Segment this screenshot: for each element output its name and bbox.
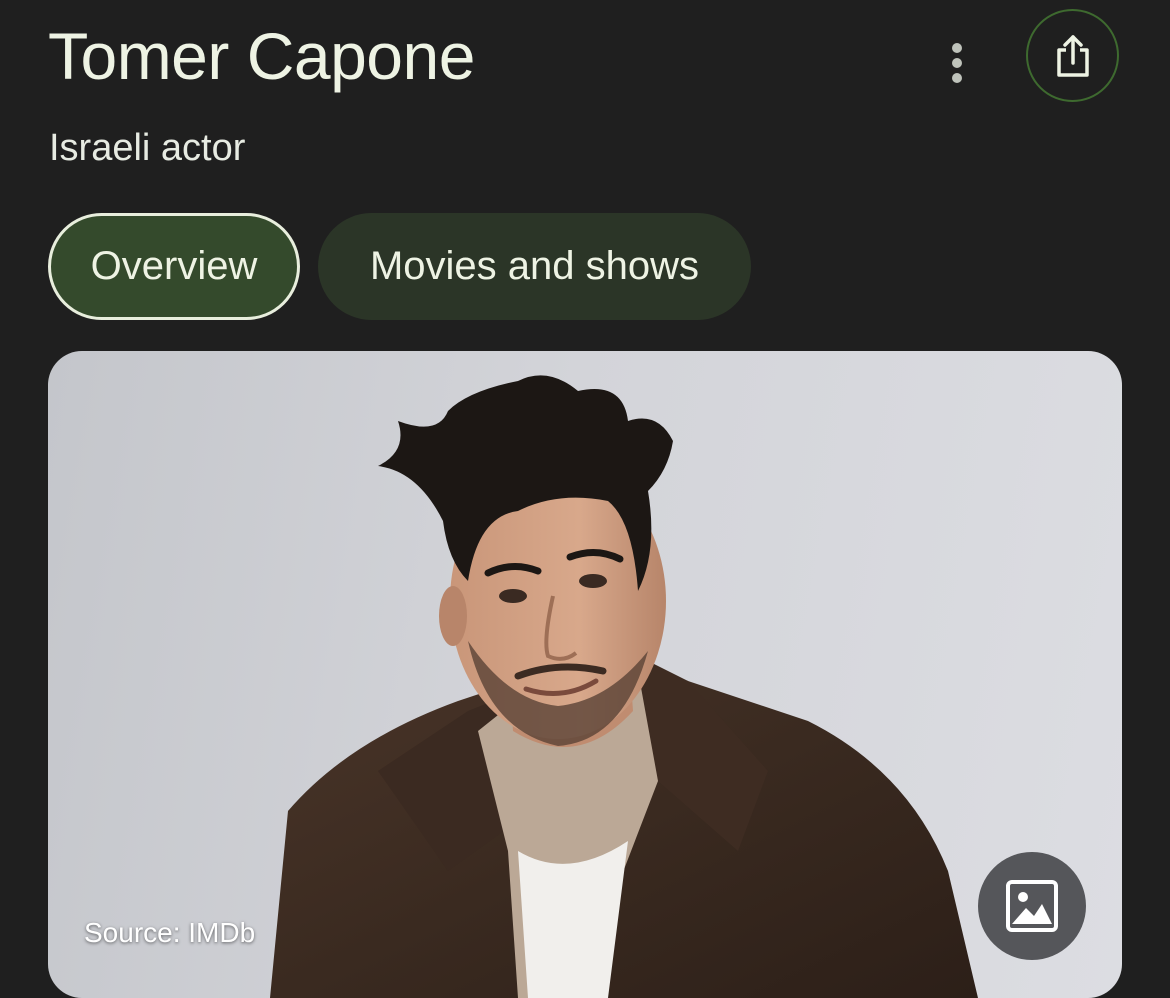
page-title: Tomer Capone xyxy=(48,19,475,93)
tab-label: Movies and shows xyxy=(369,244,700,288)
share-icon xyxy=(1056,34,1089,77)
more-vertical-icon xyxy=(952,43,962,83)
tab-overview[interactable]: Overview xyxy=(48,213,300,320)
share-button[interactable] xyxy=(1026,9,1119,102)
tab-label: Overview xyxy=(90,244,258,288)
knowledge-panel: Tomer Capone Israeli actor Overview Movi… xyxy=(0,0,1170,998)
actor-photo[interactable]: Source: IMDb xyxy=(48,351,1122,998)
image-icon xyxy=(1006,880,1058,932)
entity-subtitle: Israeli actor xyxy=(49,127,246,169)
tab-movies-and-shows[interactable]: Movies and shows xyxy=(318,213,751,320)
view-images-button[interactable] xyxy=(978,852,1086,960)
portrait-illustration xyxy=(270,375,978,998)
more-options-button[interactable] xyxy=(932,36,982,90)
image-source-label: Source: IMDb xyxy=(84,917,256,948)
